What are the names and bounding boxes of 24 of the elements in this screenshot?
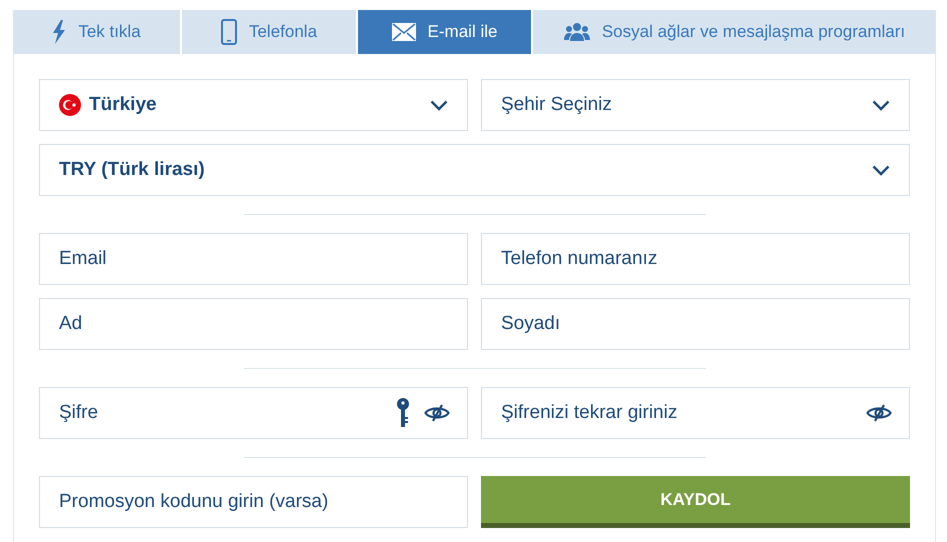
password-field[interactable]: Şifre: [39, 387, 468, 439]
phone-icon: [220, 19, 237, 45]
dropdown[interactable]: Türkiye: [39, 79, 468, 131]
envelope-icon: [392, 23, 416, 41]
register-button[interactable]: KAYDOL: [481, 476, 910, 528]
tab[interactable]: Telefonla: [182, 10, 356, 54]
input-field[interactable]: Telefon numaranız: [481, 233, 910, 285]
eye-slash-icon[interactable]: [866, 404, 892, 422]
input-field[interactable]: Soyadı: [481, 298, 910, 350]
chevron-down-icon: [872, 100, 890, 110]
people-icon: [564, 22, 590, 42]
tab[interactable]: Sosyal ağlar ve mesajlaşma programları: [533, 10, 936, 54]
input-field[interactable]: Email: [39, 233, 468, 285]
password-field[interactable]: Şifrenizi tekrar giriniz: [481, 387, 910, 439]
tab[interactable]: Tek tıkla: [13, 10, 180, 54]
dropdown[interactable]: Şehir Seçiniz: [481, 79, 910, 131]
input-field[interactable]: Ad: [39, 298, 468, 350]
dropdown[interactable]: TRY (Türk lirası): [39, 144, 910, 196]
chevron-down-icon: [430, 100, 448, 110]
chevron-down-icon: [872, 164, 890, 176]
tab[interactable]: E-mail ile: [358, 10, 531, 54]
eye-slash-icon[interactable]: [424, 404, 450, 422]
input-field[interactable]: Promosyon kodunu girin (varsa): [39, 476, 468, 528]
lightning-icon: [52, 20, 66, 44]
